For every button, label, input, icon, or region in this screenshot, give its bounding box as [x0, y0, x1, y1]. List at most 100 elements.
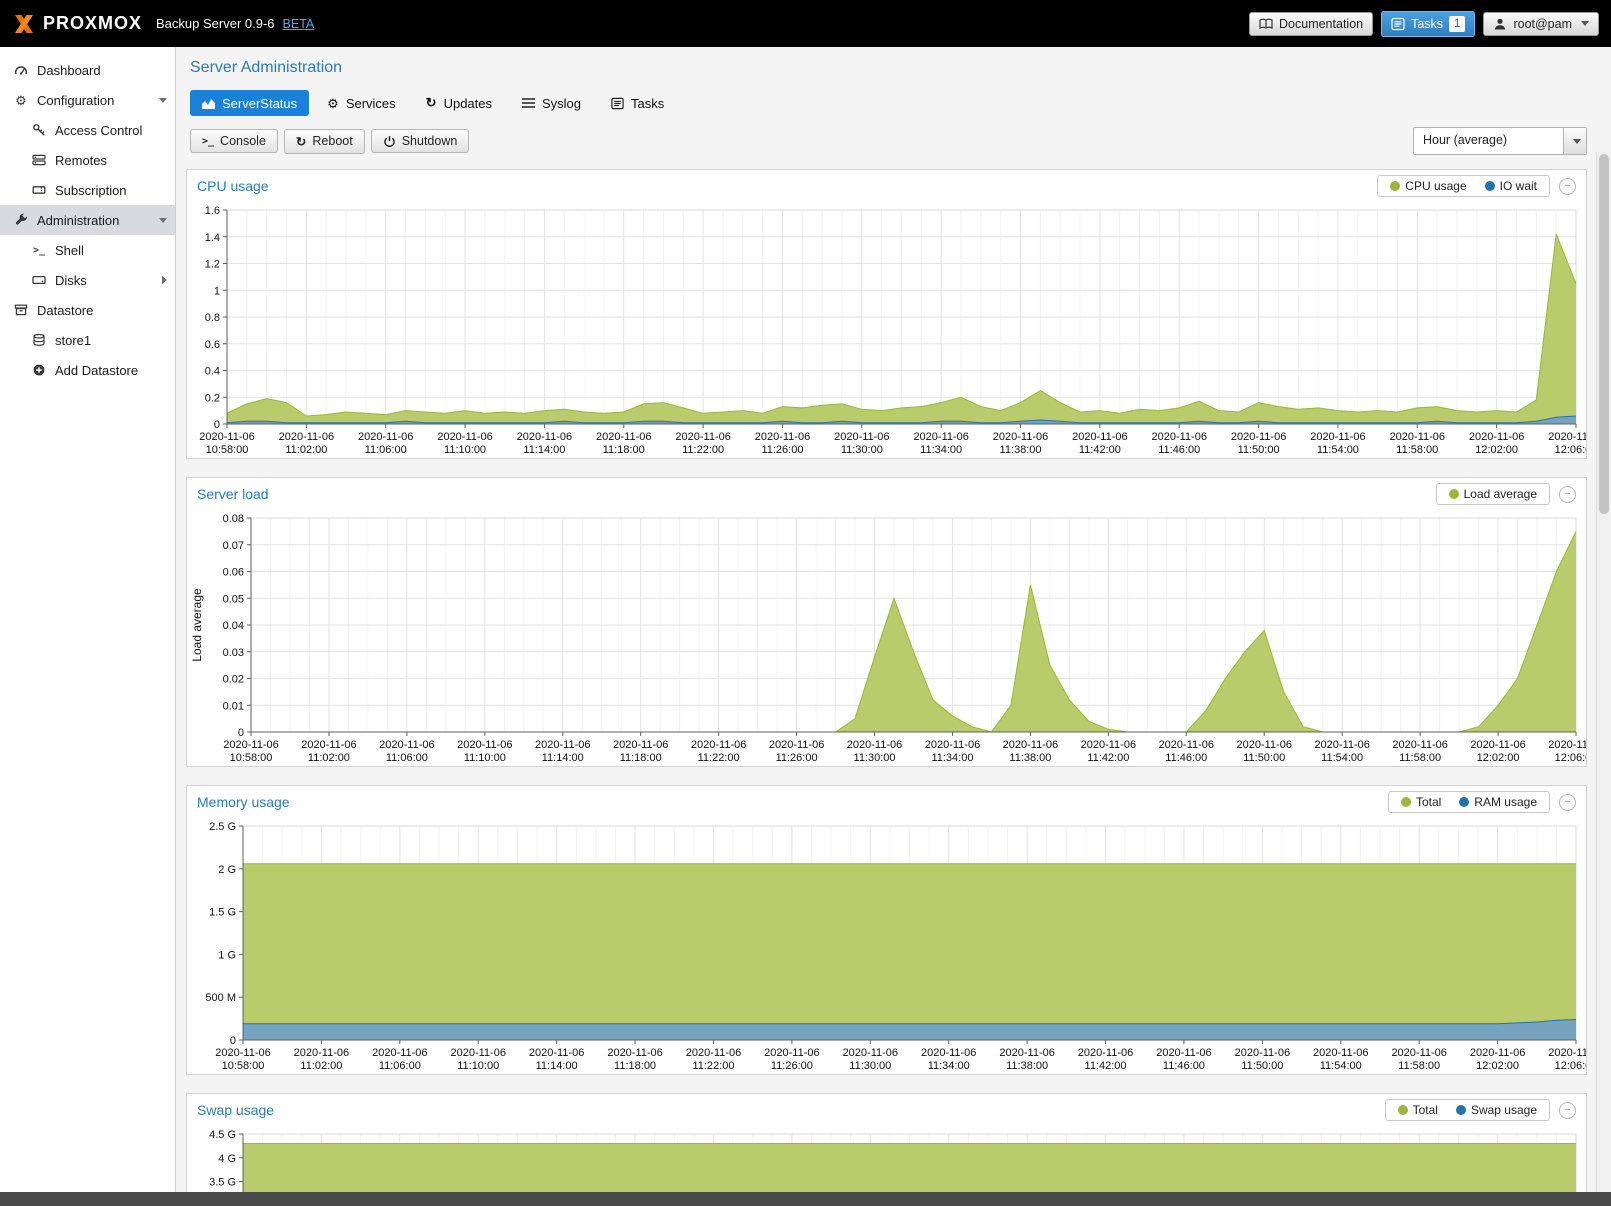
- tab-updates[interactable]: ↻ Updates: [414, 90, 504, 116]
- panel-header: Swap usage Total Swap usage −: [187, 1094, 1586, 1126]
- page-title: Server Administration: [190, 59, 1587, 77]
- chart-svg: 0500 M1 G1.5 G2 G2.5 G2020-11-0610:58:00…: [187, 818, 1586, 1074]
- legend-item[interactable]: Total: [1401, 795, 1441, 809]
- legend-item[interactable]: Total: [1398, 1103, 1438, 1117]
- svg-text:2020-11-0611:42:00: 2020-11-0611:42:00: [1081, 739, 1136, 764]
- legend-item[interactable]: IO wait: [1485, 179, 1537, 193]
- legend-label: CPU usage: [1405, 179, 1466, 193]
- legend-dot: [1449, 489, 1459, 499]
- beta-link[interactable]: BETA: [283, 17, 315, 31]
- svg-text:1.5 G: 1.5 G: [209, 907, 236, 919]
- sidebar-item-label: Administration: [37, 213, 119, 228]
- sidebar-item-subscription[interactable]: Subscription: [0, 175, 175, 205]
- tab-label: Tasks: [631, 96, 664, 111]
- svg-text:1.2: 1.2: [205, 259, 220, 271]
- user-icon: [1493, 17, 1507, 31]
- svg-text:2020-11-0610:58:00: 2020-11-0610:58:00: [223, 739, 278, 764]
- legend-dot: [1390, 181, 1400, 191]
- collapse-button[interactable]: −: [1559, 178, 1576, 195]
- svg-text:2020-11-0611:50:00: 2020-11-0611:50:00: [1235, 1047, 1290, 1072]
- tab-tasks[interactable]: Tasks: [599, 90, 676, 116]
- sidebar-item-shell[interactable]: >_ Shell: [0, 235, 175, 265]
- tasks-button[interactable]: Tasks 1: [1381, 11, 1475, 37]
- shutdown-button[interactable]: Shutdown: [371, 129, 470, 153]
- svg-text:2020-11-0612:02:00: 2020-11-0612:02:00: [1469, 431, 1524, 456]
- svg-text:2020-11-0611:02:00: 2020-11-0611:02:00: [294, 1047, 349, 1072]
- sidebar-item-label: Remotes: [55, 153, 107, 168]
- svg-text:2020-11-0611:38:00: 2020-11-0611:38:00: [1003, 739, 1058, 764]
- chevron-down-icon[interactable]: [159, 218, 167, 223]
- svg-text:2020-11-0612:06:00: 2020-11-0612:06:00: [1548, 431, 1586, 456]
- svg-text:2020-11-0611:26:00: 2020-11-0611:26:00: [769, 739, 824, 764]
- wrench-icon: [12, 213, 30, 227]
- server-load-chart: 00.010.020.030.040.050.060.070.082020-11…: [187, 510, 1586, 766]
- svg-text:2020-11-0611:06:00: 2020-11-0611:06:00: [372, 1047, 427, 1072]
- sidebar-item-datastore[interactable]: Datastore: [0, 295, 175, 325]
- documentation-button[interactable]: Documentation: [1249, 12, 1373, 36]
- sidebar-item-store1[interactable]: store1: [0, 325, 175, 355]
- svg-text:3.5 G: 3.5 G: [209, 1177, 236, 1189]
- svg-text:2020-11-0611:34:00: 2020-11-0611:34:00: [913, 431, 968, 456]
- tab-services[interactable]: ⚙ Services: [315, 90, 408, 116]
- chart-legend: Total Swap usage: [1385, 1099, 1550, 1121]
- sidebar: Dashboard ⚙ Configuration Access Control…: [0, 47, 176, 1192]
- sidebar-item-administration[interactable]: Administration: [0, 205, 175, 235]
- legend-item[interactable]: Load average: [1449, 487, 1537, 501]
- legend-item[interactable]: CPU usage: [1390, 179, 1466, 193]
- svg-text:0.02: 0.02: [223, 674, 244, 686]
- sidebar-item-add-datastore[interactable]: Add Datastore: [0, 355, 175, 385]
- reboot-button[interactable]: ↻ Reboot: [284, 129, 365, 154]
- legend-item[interactable]: RAM usage: [1459, 795, 1537, 809]
- hdd-icon: [30, 273, 48, 287]
- legend-label: IO wait: [1500, 179, 1537, 193]
- svg-text:0: 0: [238, 727, 244, 739]
- svg-text:2020-11-0612:02:00: 2020-11-0612:02:00: [1470, 1047, 1525, 1072]
- svg-text:2020-11-0611:42:00: 2020-11-0611:42:00: [1072, 431, 1127, 456]
- tab-serverstatus[interactable]: ServerStatus: [190, 90, 309, 116]
- sidebar-item-dashboard[interactable]: Dashboard: [0, 55, 175, 85]
- console-label: Console: [220, 134, 266, 148]
- svg-text:2020-11-0611:10:00: 2020-11-0611:10:00: [451, 1047, 506, 1072]
- sidebar-item-disks[interactable]: Disks: [0, 265, 175, 295]
- scrollbar-thumb[interactable]: [1599, 154, 1609, 514]
- user-menu-button[interactable]: root@pam: [1483, 12, 1599, 36]
- select-trigger[interactable]: [1563, 128, 1586, 154]
- console-button[interactable]: >_ Console: [190, 129, 278, 153]
- legend-dot: [1485, 181, 1495, 191]
- key-icon: [30, 123, 48, 137]
- svg-text:2020-11-0611:02:00: 2020-11-0611:02:00: [301, 739, 356, 764]
- sidebar-item-access-control[interactable]: Access Control: [0, 115, 175, 145]
- vertical-scrollbar[interactable]: [1596, 152, 1611, 1192]
- svg-text:2020-11-0611:54:00: 2020-11-0611:54:00: [1310, 431, 1365, 456]
- legend-item[interactable]: Swap usage: [1456, 1103, 1537, 1117]
- tab-label: Updates: [444, 96, 492, 111]
- list-icon: [522, 97, 535, 109]
- shutdown-label: Shutdown: [402, 134, 458, 148]
- reboot-label: Reboot: [312, 134, 352, 148]
- panel-swap-usage: Swap usage TotalSwap usage − 0500 M1 G1.…: [186, 1093, 1587, 1192]
- collapse-button[interactable]: −: [1559, 486, 1576, 503]
- chevron-right-icon[interactable]: [162, 276, 167, 284]
- svg-text:2020-11-0611:42:00: 2020-11-0611:42:00: [1078, 1047, 1133, 1072]
- main-layout: Dashboard ⚙ Configuration Access Control…: [0, 47, 1611, 1192]
- panel-title: Memory usage: [197, 794, 290, 810]
- tab-syslog[interactable]: Syslog: [510, 90, 593, 116]
- topbar: PROXMOX Backup Server 0.9-6 BETA Documen…: [0, 0, 1611, 47]
- legend-dot: [1398, 1105, 1408, 1115]
- archive-icon: [12, 303, 30, 317]
- sidebar-item-configuration[interactable]: ⚙ Configuration: [0, 85, 175, 115]
- svg-text:2020-11-0611:22:00: 2020-11-0611:22:00: [691, 739, 746, 764]
- sidebar-item-label: store1: [55, 333, 91, 348]
- collapse-button[interactable]: −: [1559, 794, 1576, 811]
- chevron-down-icon[interactable]: [159, 98, 167, 103]
- time-range-select[interactable]: Hour (average): [1413, 127, 1587, 155]
- collapse-button[interactable]: −: [1559, 1102, 1576, 1119]
- svg-text:2020-11-0612:02:00: 2020-11-0612:02:00: [1470, 739, 1525, 764]
- svg-text:0.04: 0.04: [223, 620, 244, 632]
- svg-text:2020-11-0611:30:00: 2020-11-0611:30:00: [834, 431, 889, 456]
- svg-text:2020-11-0610:58:00: 2020-11-0610:58:00: [199, 431, 254, 456]
- svg-text:2 G: 2 G: [218, 864, 236, 876]
- sidebar-item-label: Subscription: [55, 183, 127, 198]
- svg-text:2020-11-0611:14:00: 2020-11-0611:14:00: [529, 1047, 584, 1072]
- sidebar-item-remotes[interactable]: Remotes: [0, 145, 175, 175]
